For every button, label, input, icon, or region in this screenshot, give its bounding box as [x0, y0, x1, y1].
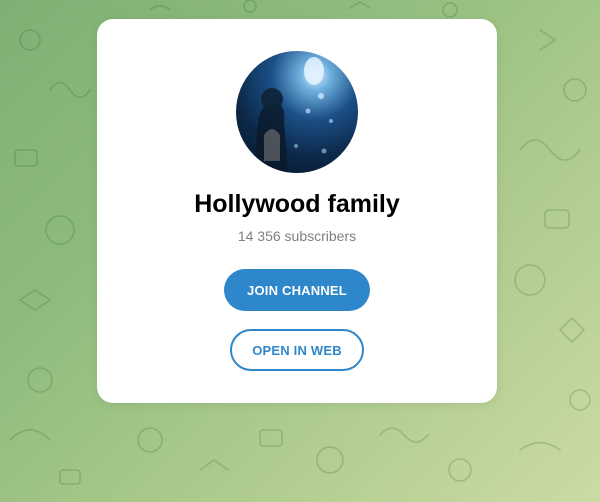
- subscriber-count: 14 356 subscribers: [237, 228, 357, 244]
- open-in-web-button[interactable]: OPEN IN WEB: [230, 329, 364, 371]
- channel-avatar-image-icon: [254, 57, 333, 173]
- channel-card: Hollywood family 14 356 subscribers JOIN…: [97, 19, 497, 403]
- join-channel-button[interactable]: JOIN CHANNEL: [224, 269, 370, 311]
- channel-avatar: [236, 51, 358, 173]
- channel-name: Hollywood family: [194, 190, 400, 218]
